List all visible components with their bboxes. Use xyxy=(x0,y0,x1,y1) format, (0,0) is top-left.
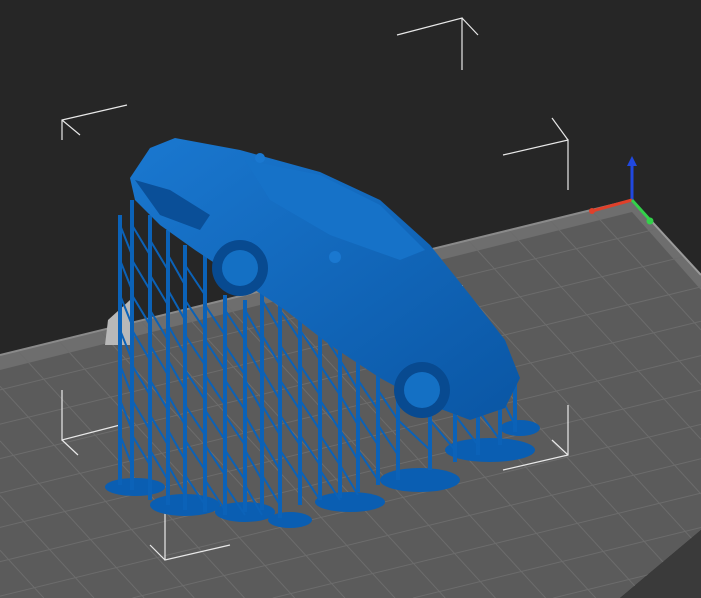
3d-viewport[interactable] xyxy=(0,0,701,598)
